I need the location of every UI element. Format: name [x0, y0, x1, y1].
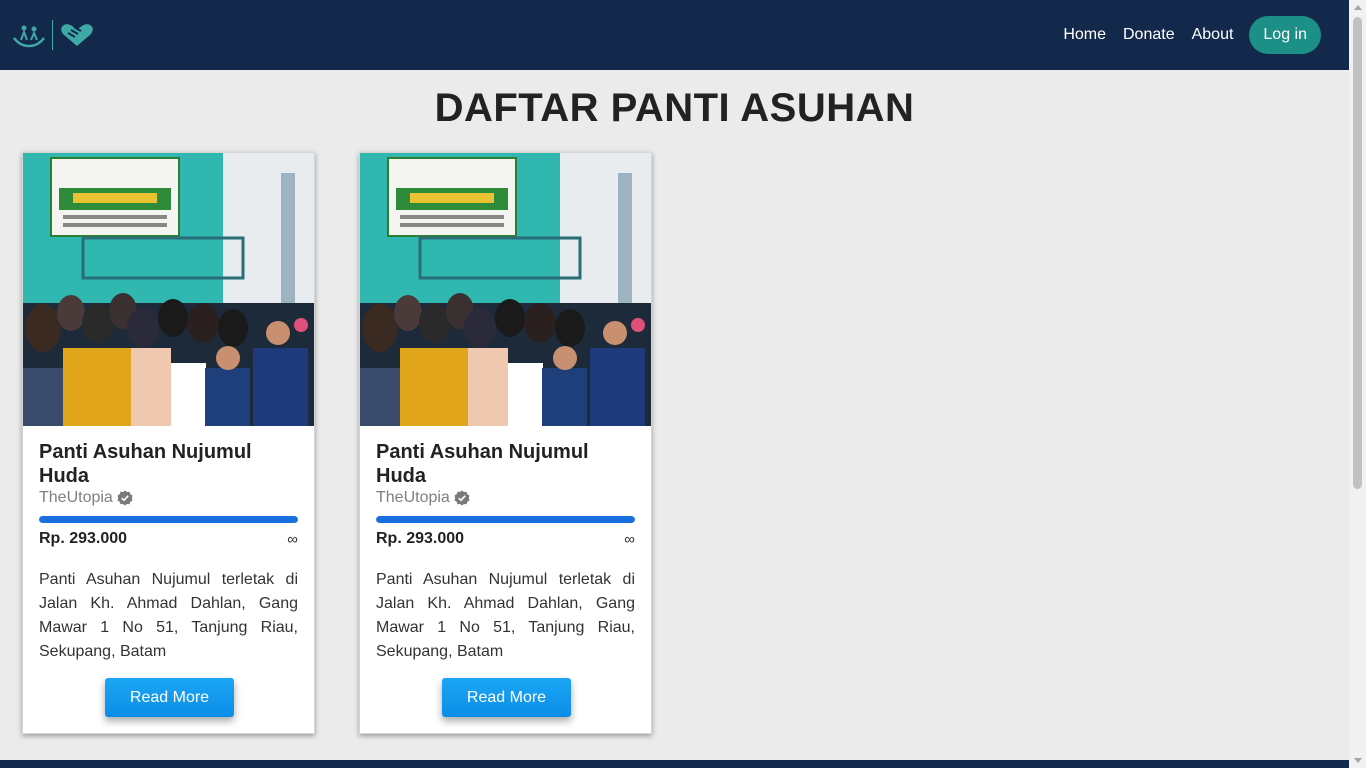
donation-amount: Rp. 293.000	[376, 530, 465, 547]
site-logo[interactable]	[12, 20, 95, 50]
donation-progress-bar	[376, 516, 635, 523]
donation-progress-fill	[39, 516, 298, 523]
donation-progress-fill	[376, 516, 635, 523]
nav-donate-link[interactable]: Donate	[1123, 26, 1175, 44]
organizer: TheUtopia	[376, 488, 635, 508]
amount-row: Rp. 293.000 ∞	[376, 530, 635, 548]
donation-target: ∞	[287, 530, 298, 548]
card-title: Panti Asuhan Nujumul Huda	[376, 441, 589, 487]
amount-row: Rp. 293.000 ∞	[39, 530, 298, 548]
page-title: DAFTAR PANTI ASUHAN	[434, 86, 915, 130]
organizer-name[interactable]: TheUtopia	[376, 488, 450, 508]
heart-hands-icon	[61, 24, 93, 46]
scroll-down-arrow-icon[interactable]	[1354, 758, 1362, 763]
scrollbar-thumb[interactable]	[1353, 17, 1362, 489]
orphanage-card: Panti Asuhan Nujumul Huda TheUtopia Rp. …	[22, 152, 315, 734]
donation-target: ∞	[624, 530, 635, 548]
donation-amount: Rp. 293.000	[39, 530, 128, 547]
card-description: Panti Asuhan Nujumul terletak di Jalan K…	[39, 571, 298, 660]
footer-edge	[0, 760, 1349, 768]
navbar: Home Donate About Log in	[0, 0, 1349, 70]
card-body: Panti Asuhan Nujumul Huda TheUtopia Rp. …	[23, 426, 314, 664]
donation-progress-bar	[39, 516, 298, 523]
organizer: TheUtopia	[39, 488, 298, 508]
read-more-button[interactable]: Read More	[442, 678, 571, 717]
read-more-button[interactable]: Read More	[105, 678, 234, 717]
card-description: Panti Asuhan Nujumul terletak di Jalan K…	[376, 571, 635, 660]
orphanage-card-list: Panti Asuhan Nujumul Huda TheUtopia Rp. …	[22, 152, 652, 734]
orphanage-photo[interactable]	[23, 153, 314, 426]
nav-home-link[interactable]: Home	[1063, 26, 1106, 44]
orphanage-card: Panti Asuhan Nujumul Huda TheUtopia Rp. …	[359, 152, 652, 734]
vertical-scrollbar[interactable]	[1349, 0, 1366, 768]
nav-links: Home Donate About Log in	[1046, 16, 1321, 54]
card-title: Panti Asuhan Nujumul Huda	[39, 441, 252, 487]
logo-divider	[52, 20, 53, 50]
login-button[interactable]: Log in	[1249, 16, 1321, 54]
nav-about-link[interactable]: About	[1192, 26, 1234, 44]
verified-check-icon	[117, 490, 133, 506]
card-body: Panti Asuhan Nujumul Huda TheUtopia Rp. …	[360, 426, 651, 664]
verified-check-icon	[454, 490, 470, 506]
family-hands-icon	[13, 25, 45, 48]
organizer-name[interactable]: TheUtopia	[39, 488, 113, 508]
scroll-up-arrow-icon[interactable]	[1354, 5, 1362, 10]
orphanage-photo[interactable]	[360, 153, 651, 426]
